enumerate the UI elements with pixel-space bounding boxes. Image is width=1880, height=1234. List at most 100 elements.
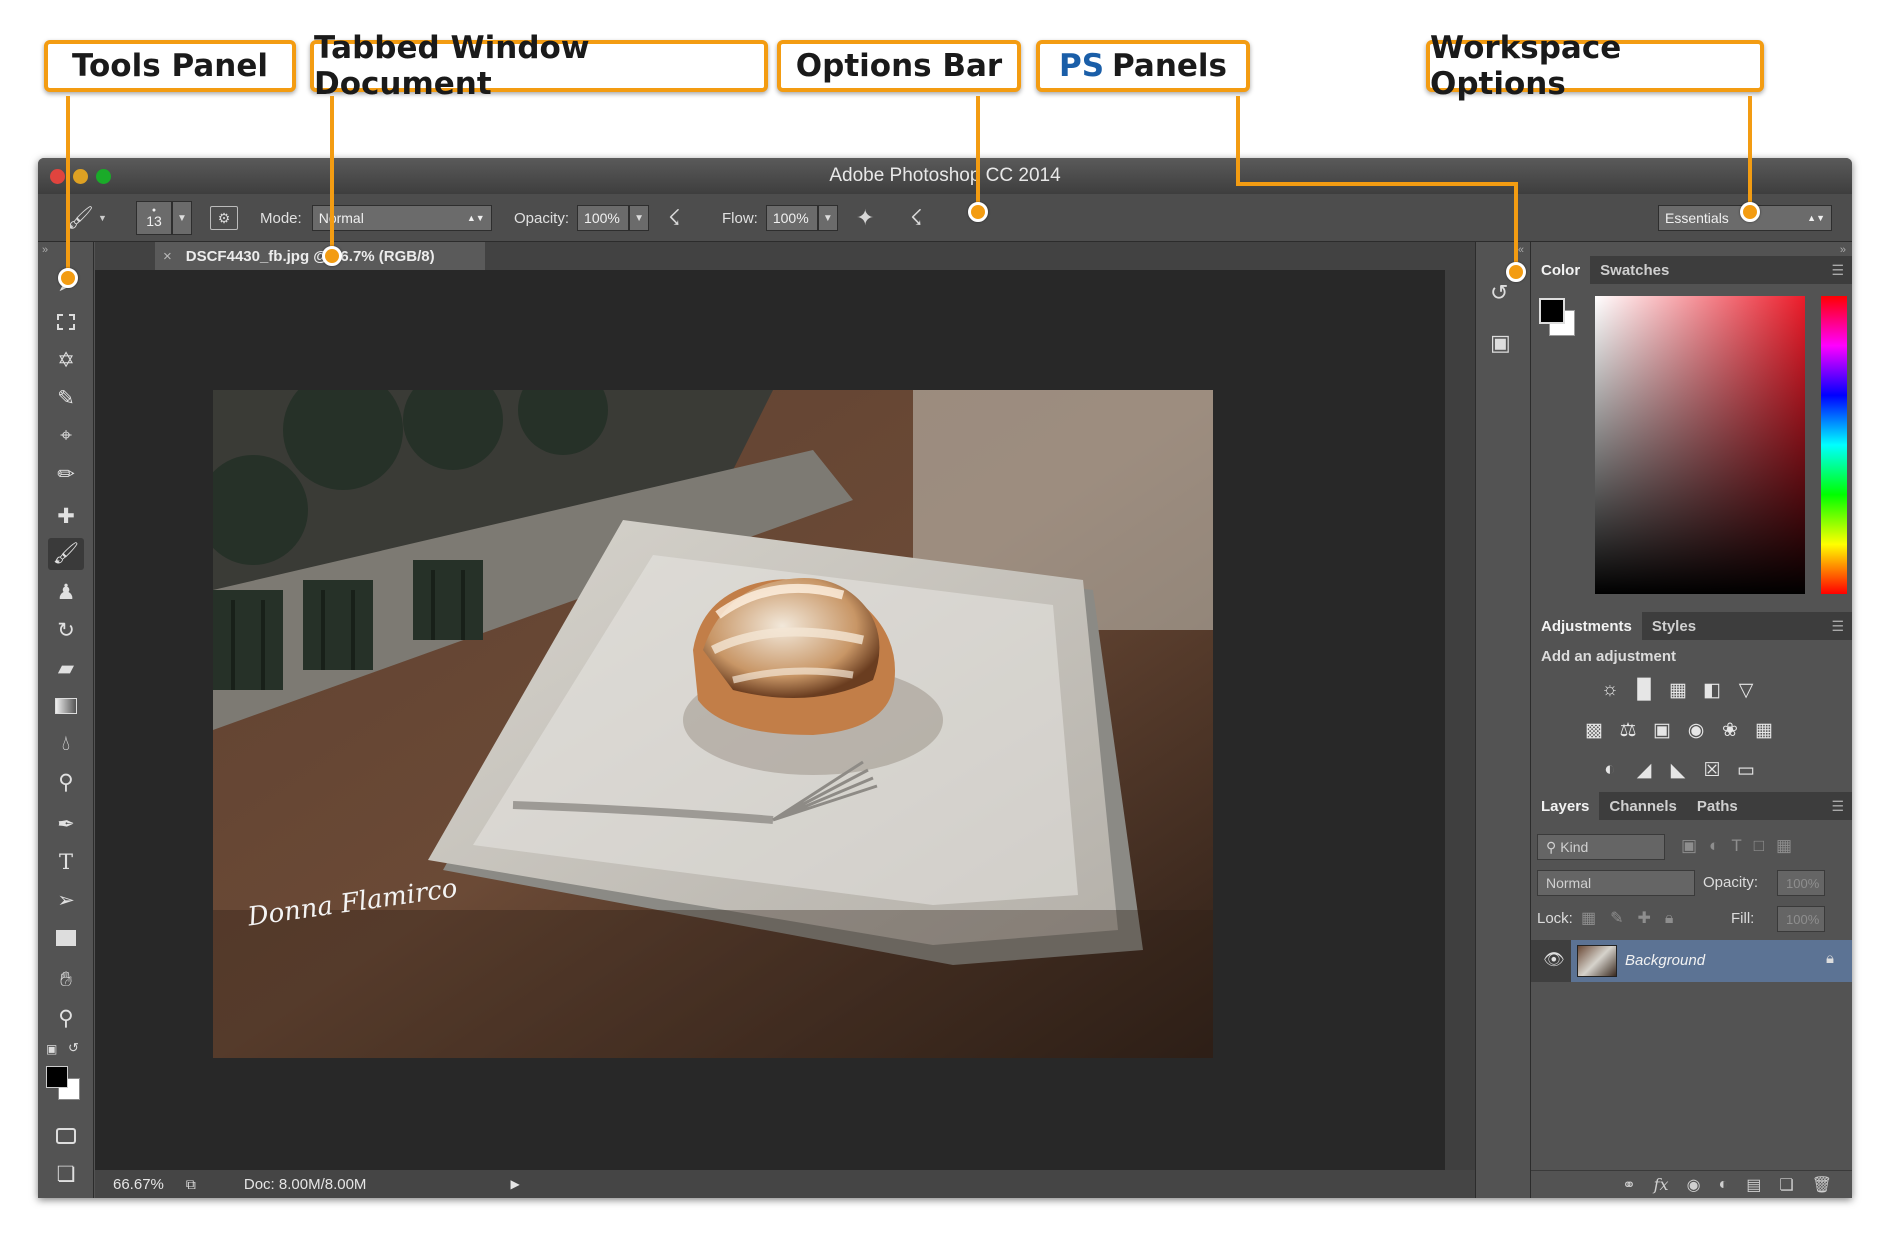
brush-size-picker[interactable]: ● 13 ▼ (136, 194, 192, 242)
vertical-scrollbar[interactable] (1445, 270, 1475, 1170)
flow-input[interactable]: 100% (765, 205, 818, 231)
brush-panel-toggle[interactable]: ⚙ (210, 194, 238, 242)
pressure-size-button[interactable]: ☇ (910, 194, 923, 242)
collapse-arrows-icon[interactable]: « (1518, 244, 1524, 256)
zoom-tool-icon[interactable]: ⚲ (48, 1002, 84, 1034)
airbrush-button[interactable]: ✦ (856, 194, 874, 242)
exposure-icon[interactable]: ◧ (1699, 678, 1725, 702)
layer-row-background[interactable]: 👁︎ Background 🔒︎ (1531, 940, 1852, 982)
share-icon[interactable]: ⧉ (186, 1176, 196, 1193)
brightness-contrast-icon[interactable]: ☼ (1597, 678, 1623, 702)
layer-blend-mode-select[interactable]: Normal (1537, 870, 1695, 896)
new-adjustment-icon[interactable]: ◐ (1719, 1176, 1729, 1194)
document-canvas[interactable]: Donna Flamirco (95, 270, 1445, 1170)
panel-menu-icon[interactable]: ☰ (1831, 256, 1852, 284)
tart-photo (213, 390, 1213, 1058)
eyedropper-tool-icon[interactable]: ✏ (48, 458, 84, 490)
document-tab[interactable]: × DSCF4430_fb.jpg @ 66.7% (RGB/8) (155, 242, 485, 270)
opacity-input[interactable]: 100% (577, 205, 630, 231)
black-white-icon[interactable]: ▣ (1649, 718, 1675, 742)
marquee-tool-icon[interactable] (48, 306, 84, 338)
tab-color[interactable]: Color (1531, 256, 1591, 284)
brush-tool-icon[interactable]: 🖌︎ (48, 538, 84, 570)
tab-layers[interactable]: Layers (1531, 792, 1600, 820)
swap-colors-icon[interactable]: ↺ (68, 1040, 79, 1056)
pressure-opacity-button[interactable]: ☇ (668, 194, 681, 242)
delete-layer-icon[interactable]: 🗑︎ (1812, 1175, 1832, 1195)
color-balance-icon[interactable]: ⚖ (1615, 718, 1641, 742)
fg-color-chip[interactable] (1539, 298, 1565, 324)
layer-kind-filter[interactable]: ⚲ Kind (1537, 834, 1665, 860)
hue-saturation-icon[interactable]: ▩ (1581, 718, 1607, 742)
hand-tool-icon[interactable]: ✋︎ (48, 964, 84, 996)
color-field[interactable] (1595, 296, 1805, 594)
new-layer-icon[interactable]: ❏ (1779, 1175, 1793, 1195)
minimize-window-button[interactable] (73, 169, 88, 184)
fill-input[interactable]: 100% (1777, 906, 1825, 932)
document-image: Donna Flamirco (213, 390, 1213, 1058)
quick-selection-tool-icon[interactable]: ✎ (48, 382, 84, 414)
foreground-color-swatch[interactable] (46, 1066, 68, 1088)
screen-mode-icon[interactable]: ❏ (48, 1158, 84, 1190)
properties-panel-icon[interactable]: ▣ (1490, 330, 1511, 356)
quick-mask-icon[interactable] (48, 1120, 84, 1152)
posterize-icon[interactable]: ◢ (1631, 758, 1657, 782)
lasso-tool-icon[interactable]: ✡ (48, 344, 84, 376)
connector-tab (330, 96, 334, 256)
new-group-icon[interactable]: ▤ (1746, 1175, 1761, 1195)
tab-swatches[interactable]: Swatches (1590, 256, 1679, 284)
tool-preset-picker[interactable]: 🖌︎ ▼ (66, 194, 107, 242)
tab-adjustments[interactable]: Adjustments (1531, 612, 1642, 640)
clone-stamp-tool-icon[interactable]: ♟ (48, 576, 84, 608)
mode-select[interactable]: Normal ▲▼ (311, 205, 492, 231)
layer-style-icon[interactable]: fx (1654, 1175, 1669, 1194)
dodge-tool-icon[interactable]: ⚲ (48, 766, 84, 798)
close-window-button[interactable] (50, 169, 65, 184)
panel-menu-icon[interactable]: ☰ (1831, 612, 1852, 640)
blur-tool-icon[interactable]: 💧︎ (48, 728, 84, 760)
healing-brush-tool-icon[interactable]: ✚ (48, 500, 84, 532)
close-tab-icon[interactable]: × (163, 248, 172, 265)
levels-icon[interactable]: █ (1631, 678, 1657, 702)
type-tool-icon[interactable]: T (48, 846, 84, 878)
threshold-icon[interactable]: ◣ (1665, 758, 1691, 782)
default-colors-icon[interactable]: ▣ (46, 1042, 57, 1056)
filter-type-icons[interactable]: ▣◐T□▦ (1681, 836, 1804, 856)
curves-icon[interactable]: ▦ (1665, 678, 1691, 702)
blend-mode-value: Normal (1546, 875, 1592, 891)
gradient-map-icon[interactable]: ▭ (1733, 758, 1759, 782)
history-panel-icon[interactable]: ↺ (1490, 280, 1508, 306)
invert-icon[interactable]: ◐ (1597, 758, 1623, 782)
tab-channels[interactable]: Channels (1599, 792, 1687, 820)
crop-tool-icon[interactable]: ⌖ (48, 420, 84, 452)
history-brush-tool-icon[interactable]: ↻ (48, 614, 84, 646)
chevron-down-icon[interactable]: ▼ (817, 205, 838, 231)
rectangle-tool-icon[interactable] (48, 922, 84, 954)
connector-workspace (1748, 96, 1752, 212)
tab-paths[interactable]: Paths (1687, 792, 1748, 820)
zoom-window-button[interactable] (96, 169, 111, 184)
lock-options-icons[interactable]: ▦✎✚🔒︎ (1581, 908, 1687, 928)
pen-tool-icon[interactable]: ✒ (48, 808, 84, 840)
visibility-eye-icon[interactable]: 👁︎ (1543, 950, 1565, 970)
gradient-tool-icon[interactable] (48, 690, 84, 722)
color-lookup-icon[interactable]: ▦ (1751, 718, 1777, 742)
adjustments-panel-tabs: Adjustments Styles ☰ (1531, 612, 1852, 640)
add-mask-icon[interactable]: ◉ (1687, 1175, 1701, 1195)
collapse-arrows-icon[interactable]: » (1840, 244, 1846, 256)
eraser-tool-icon[interactable]: ▰ (48, 652, 84, 684)
chevron-down-icon[interactable]: ▼ (629, 205, 650, 231)
channel-mixer-icon[interactable]: ❀ (1717, 718, 1743, 742)
panel-menu-icon[interactable]: ☰ (1831, 792, 1852, 820)
zoom-level[interactable]: 66.67% (113, 1176, 164, 1193)
hue-slider[interactable] (1821, 296, 1847, 594)
play-arrow-icon[interactable]: ▶ (510, 1177, 519, 1191)
vibrance-icon[interactable]: ▽ (1733, 678, 1759, 702)
tab-styles[interactable]: Styles (1642, 612, 1706, 640)
collapse-arrows-icon[interactable]: » (42, 244, 48, 256)
link-layers-icon[interactable]: ⚭ (1622, 1175, 1635, 1195)
selective-color-icon[interactable]: ☒ (1699, 758, 1725, 782)
photo-filter-icon[interactable]: ◉ (1683, 718, 1709, 742)
layer-opacity-input[interactable]: 100% (1777, 870, 1825, 896)
path-selection-tool-icon[interactable]: ➢ (48, 884, 84, 916)
